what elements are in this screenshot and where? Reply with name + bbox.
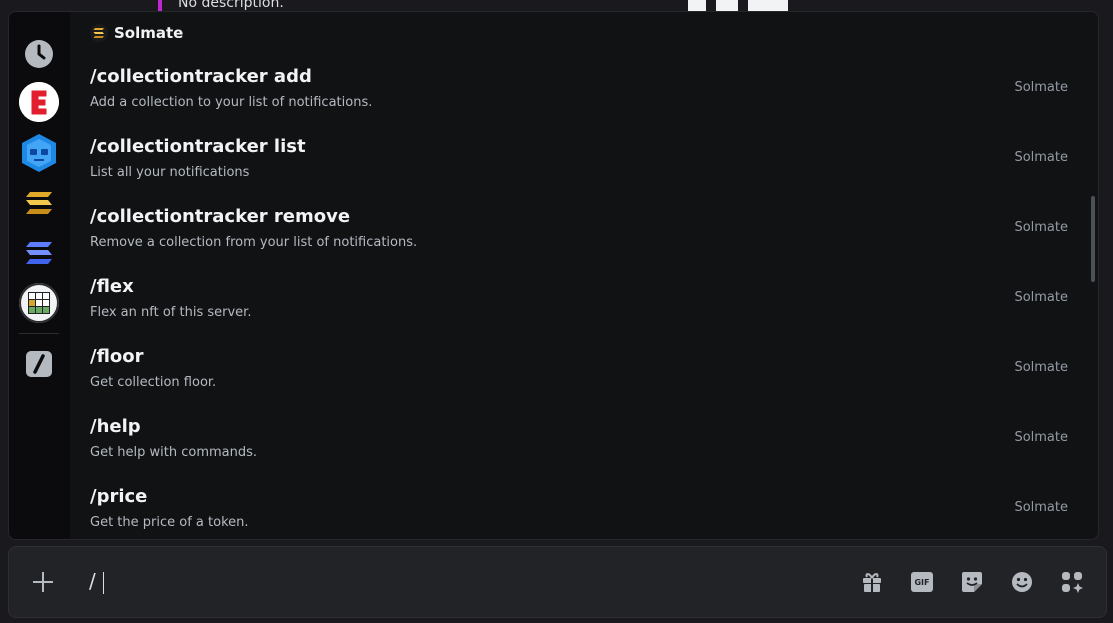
grid-app-icon bbox=[19, 283, 59, 323]
rail-item-grid-app[interactable] bbox=[19, 283, 59, 323]
plus-icon bbox=[33, 572, 53, 592]
slash-command-icon bbox=[26, 351, 52, 377]
scrollbar-thumb[interactable] bbox=[1091, 196, 1095, 282]
command-description: Get help with commands. bbox=[90, 445, 258, 460]
command-description: Get the price of a token. bbox=[90, 515, 249, 530]
command-autocomplete-popup: Solmate /collectiontracker add Add a col… bbox=[8, 11, 1099, 540]
section-name: Solmate bbox=[114, 24, 184, 42]
e-app-icon bbox=[19, 82, 59, 122]
command-item[interactable]: /collectiontracker list List all your no… bbox=[70, 132, 1088, 202]
solmate-icon bbox=[90, 24, 108, 42]
section-header: Solmate bbox=[90, 22, 183, 44]
embed-description: No description. bbox=[178, 0, 284, 11]
command-name: /help bbox=[90, 416, 141, 437]
rail-item-recent[interactable] bbox=[19, 34, 59, 74]
command-description: Remove a collection from your list of no… bbox=[90, 235, 418, 250]
apps-icon bbox=[1062, 572, 1083, 593]
command-name: /collectiontracker list bbox=[90, 136, 306, 157]
emoji-button[interactable] bbox=[1010, 570, 1034, 594]
command-description: Flex an nft of this server. bbox=[90, 305, 252, 320]
message-composer: / GIF bbox=[8, 546, 1107, 618]
command-item[interactable]: /flex Flex an nft of this server. Solmat… bbox=[70, 272, 1088, 342]
rail-item-solana[interactable] bbox=[19, 233, 59, 273]
gif-button[interactable]: GIF bbox=[910, 570, 934, 594]
rail-item-builtin-commands[interactable] bbox=[19, 344, 59, 384]
command-source: Solmate bbox=[1014, 360, 1068, 375]
command-item[interactable]: /price Get the price of a token. Solmate bbox=[70, 482, 1088, 539]
gift-button[interactable] bbox=[860, 570, 884, 594]
command-name: /collectiontracker remove bbox=[90, 206, 351, 227]
sticker-icon bbox=[962, 572, 982, 592]
command-source: Solmate bbox=[1014, 80, 1068, 95]
sticker-button[interactable] bbox=[960, 570, 984, 594]
text-caret bbox=[103, 572, 104, 594]
command-item[interactable]: /collectiontracker add Add a collection … bbox=[70, 62, 1088, 132]
command-source: Solmate bbox=[1014, 290, 1068, 305]
solana-gold-icon bbox=[26, 192, 52, 214]
rail-item-e-app[interactable] bbox=[19, 82, 59, 122]
apps-button[interactable] bbox=[1060, 570, 1084, 594]
clock-icon bbox=[25, 40, 53, 68]
command-item[interactable]: /help Get help with commands. Solmate bbox=[70, 412, 1088, 482]
command-item[interactable]: /floor Get collection floor. Solmate bbox=[70, 342, 1088, 412]
gif-label: GIF bbox=[914, 577, 930, 587]
command-name: /price bbox=[90, 486, 148, 507]
command-source: Solmate bbox=[1014, 500, 1068, 515]
solana-blue-icon bbox=[26, 242, 52, 264]
command-source: Solmate bbox=[1014, 150, 1068, 165]
app-rail bbox=[9, 12, 70, 539]
command-source: Solmate bbox=[1014, 220, 1068, 235]
attach-button[interactable] bbox=[31, 570, 55, 594]
command-name: /floor bbox=[90, 346, 144, 367]
command-description: Get collection floor. bbox=[90, 375, 217, 390]
command-list: Solmate /collectiontracker add Add a col… bbox=[70, 12, 1098, 539]
rail-separator bbox=[19, 333, 59, 334]
message-input[interactable]: / bbox=[89, 569, 96, 593]
command-description: Add a collection to your list of notific… bbox=[90, 95, 373, 110]
gift-icon bbox=[863, 573, 881, 592]
command-source: Solmate bbox=[1014, 430, 1068, 445]
command-item[interactable]: /collectiontracker remove Remove a colle… bbox=[70, 202, 1088, 272]
command-name: /collectiontracker add bbox=[90, 66, 312, 87]
command-description: List all your notifications bbox=[90, 165, 250, 180]
blue-robot-icon bbox=[22, 134, 56, 172]
rail-item-robot[interactable] bbox=[19, 133, 59, 173]
emoji-icon bbox=[1012, 572, 1032, 592]
rail-item-solmate[interactable] bbox=[19, 183, 59, 223]
command-name: /flex bbox=[90, 276, 134, 297]
